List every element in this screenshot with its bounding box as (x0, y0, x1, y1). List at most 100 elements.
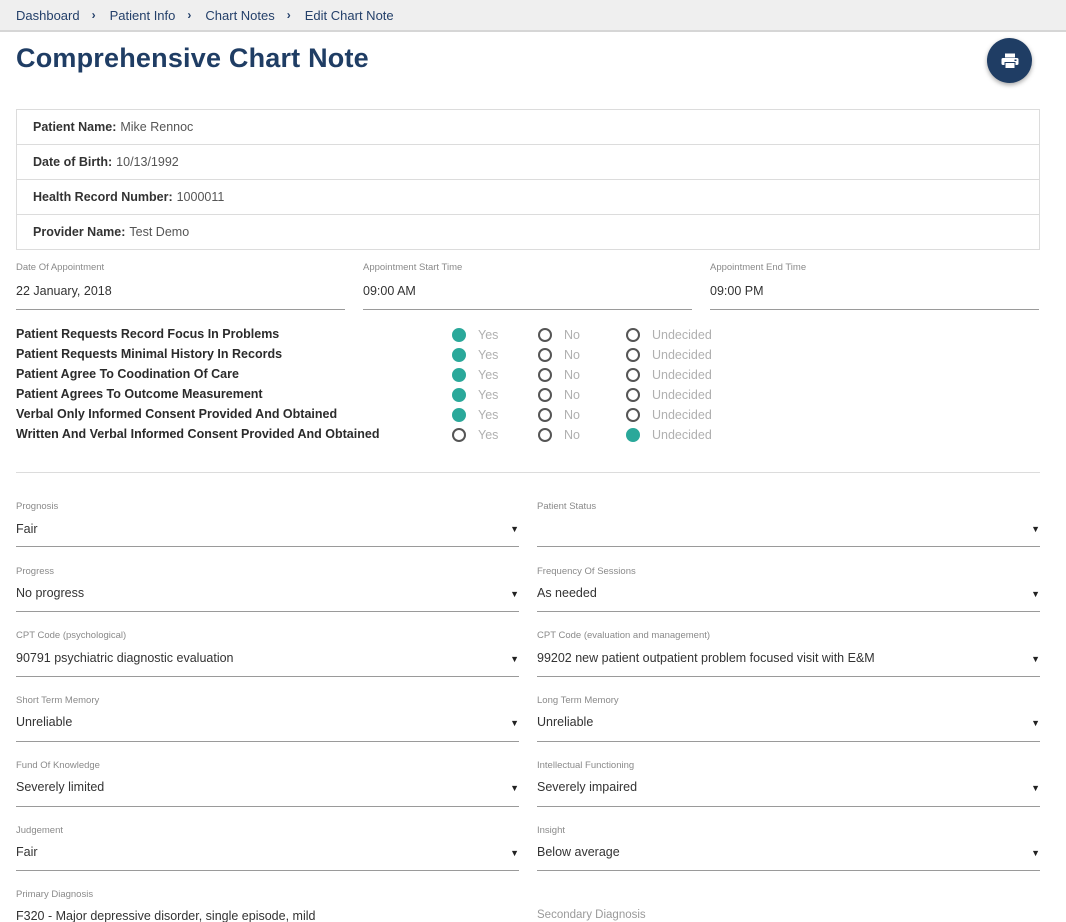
radio-undecided-label: Undecided (652, 348, 712, 362)
radio-no[interactable]: No (538, 428, 580, 442)
radio-circle-icon (626, 328, 640, 342)
long-memory-select[interactable]: Long Term Memory Unreliable ▼ (537, 695, 1040, 742)
radio-circle-icon (626, 428, 640, 442)
cpt-em-label: CPT Code (evaluation and management) (537, 630, 711, 641)
fund-knowledge-label: Fund Of Knowledge (16, 760, 100, 771)
short-memory-select[interactable]: Short Term Memory Unreliable ▼ (16, 695, 519, 742)
radio-circle-icon (626, 368, 640, 382)
consent-question: Written And Verbal Informed Consent Prov… (16, 427, 380, 441)
radio-yes-label: Yes (478, 368, 499, 382)
radio-circle-icon (538, 348, 552, 362)
radio-undecided[interactable]: Undecided (626, 348, 712, 362)
patient-status-label: Patient Status (537, 501, 597, 512)
appointment-start-label: Appointment Start Time (363, 262, 463, 273)
radio-yes[interactable]: Yes (452, 328, 498, 342)
cpt-em-select[interactable]: CPT Code (evaluation and management) 992… (537, 630, 1040, 677)
cpt-psych-select[interactable]: CPT Code (psychological) 90791 psychiatr… (16, 630, 519, 677)
judgement-select[interactable]: Judgement Fair ▼ (16, 825, 519, 871)
appointment-date-field[interactable]: Date Of Appointment 22 January, 2018 (16, 262, 345, 310)
appointment-start-field[interactable]: Appointment Start Time 09:00 AM (363, 262, 692, 310)
radio-yes[interactable]: Yes (452, 348, 498, 362)
breadcrumb-chart-notes[interactable]: Chart Notes (205, 8, 274, 23)
progress-value: No progress (16, 586, 85, 600)
section-divider (16, 472, 1040, 473)
page-title: Comprehensive Chart Note (16, 43, 369, 73)
radio-undecided[interactable]: Undecided (626, 328, 712, 342)
insight-select[interactable]: Insight Below average ▼ (537, 825, 1040, 871)
radio-yes[interactable]: Yes (452, 428, 498, 442)
radio-no-label: No (564, 388, 580, 402)
caret-down-icon: ▼ (1031, 589, 1040, 599)
radio-undecided[interactable]: Undecided (626, 388, 712, 402)
dob-value: 10/13/1992 (116, 155, 179, 169)
radio-undecided-label: Undecided (652, 368, 712, 382)
breadcrumb-dashboard[interactable]: Dashboard (16, 8, 80, 23)
dob-row: Date of Birth: 10/13/1992 (17, 145, 1039, 180)
radio-no[interactable]: No (538, 328, 580, 342)
radio-no[interactable]: No (538, 408, 580, 422)
consent-question: Patient Requests Minimal History In Reco… (16, 347, 283, 361)
frequency-select[interactable]: Frequency Of Sessions As needed ▼ (537, 566, 1040, 612)
caret-down-icon: ▼ (1031, 718, 1040, 728)
radio-yes[interactable]: Yes (452, 368, 498, 382)
radio-yes-label: Yes (478, 328, 499, 342)
consent-question: Patient Agrees To Outcome Measurement (16, 387, 263, 401)
long-memory-label: Long Term Memory (537, 695, 619, 706)
primary-diagnosis-label: Primary Diagnosis (16, 889, 94, 900)
consent-row: Patient Agrees To Outcome Measurement Ye… (16, 387, 736, 407)
radio-circle-icon (452, 368, 466, 382)
radio-undecided-label: Undecided (652, 388, 712, 402)
radio-circle-icon (626, 408, 640, 422)
patient-status-select[interactable]: Patient Status ▼ (537, 501, 1040, 547)
prognosis-select[interactable]: Prognosis Fair ▼ (16, 501, 519, 547)
radio-circle-icon (538, 368, 552, 382)
radio-no[interactable]: No (538, 388, 580, 402)
cpt-psych-value: 90791 psychiatric diagnostic evaluation (16, 651, 234, 665)
radio-undecided[interactable]: Undecided (626, 428, 712, 442)
radio-undecided-label: Undecided (652, 328, 712, 342)
radio-circle-icon (452, 408, 466, 422)
radio-no-label: No (564, 428, 580, 442)
radio-yes[interactable]: Yes (452, 408, 498, 422)
radio-no-label: No (564, 328, 580, 342)
print-button[interactable] (987, 38, 1032, 83)
intellectual-select[interactable]: Intellectual Functioning Severely impair… (537, 760, 1040, 807)
caret-down-icon: ▼ (510, 718, 519, 728)
radio-undecided[interactable]: Undecided (626, 408, 712, 422)
appointment-end-field[interactable]: Appointment End Time 09:00 PM (710, 262, 1039, 310)
radio-no-label: No (564, 368, 580, 382)
short-memory-value: Unreliable (16, 715, 73, 729)
radio-yes-label: Yes (478, 348, 499, 362)
progress-select[interactable]: Progress No progress ▼ (16, 566, 519, 612)
frequency-value: As needed (537, 586, 597, 600)
dob-label: Date of Birth: (33, 155, 113, 169)
breadcrumb-patient-info[interactable]: Patient Info (110, 8, 176, 23)
fund-knowledge-select[interactable]: Fund Of Knowledge Severely limited ▼ (16, 760, 519, 807)
radio-undecided-label: Undecided (652, 428, 712, 442)
patient-name-label: Patient Name: (33, 120, 117, 134)
cpt-psych-label: CPT Code (psychological) (16, 630, 127, 641)
radio-yes[interactable]: Yes (452, 388, 498, 402)
provider-value: Test Demo (129, 225, 190, 239)
radio-no-label: No (564, 348, 580, 362)
caret-down-icon: ▼ (1031, 783, 1040, 793)
consent-row: Patient Requests Record Focus In Problem… (16, 327, 736, 347)
secondary-diagnosis-select[interactable]: Secondary Diagnosis (537, 909, 1040, 922)
caret-down-icon: ▼ (510, 848, 519, 858)
breadcrumb-edit-chart-note: Edit Chart Note (304, 7, 394, 23)
caret-down-icon: ▼ (1031, 524, 1040, 534)
fund-knowledge-value: Severely limited (16, 780, 105, 794)
secondary-diagnosis-label: Secondary Diagnosis (537, 909, 646, 921)
prognosis-value: Fair (16, 522, 38, 536)
judgement-label: Judgement (16, 825, 64, 836)
radio-no[interactable]: No (538, 368, 580, 382)
hrn-row: Health Record Number: 1000011 (17, 180, 1039, 215)
short-memory-label: Short Term Memory (16, 695, 100, 706)
consent-row: Patient Agree To Coodination Of Care Yes… (16, 367, 736, 387)
primary-diagnosis-select[interactable]: Primary Diagnosis F320 - Major depressiv… (16, 889, 519, 922)
radio-undecided[interactable]: Undecided (626, 368, 712, 382)
radio-no[interactable]: No (538, 348, 580, 362)
radio-circle-icon (452, 348, 466, 362)
provider-row: Provider Name: Test Demo (17, 215, 1039, 249)
patient-name-value: Mike Rennoc (120, 120, 194, 134)
